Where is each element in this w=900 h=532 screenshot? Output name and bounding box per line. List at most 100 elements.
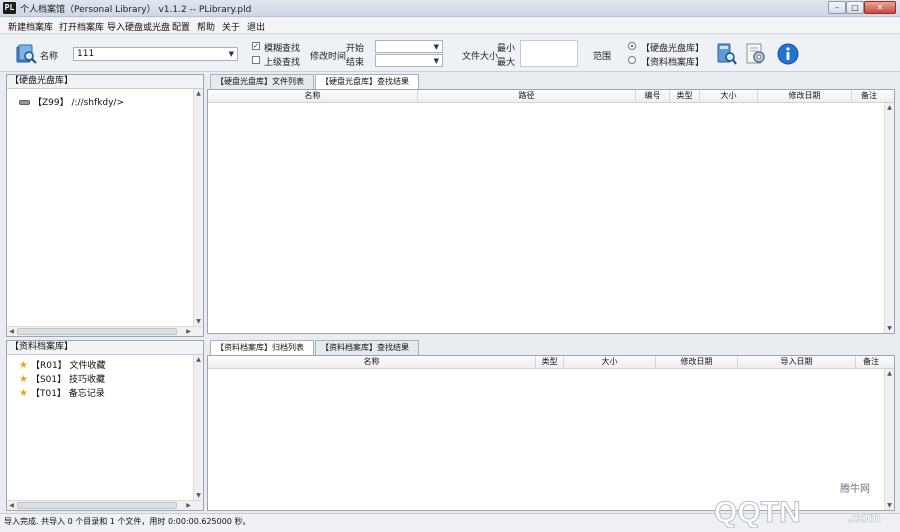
disk-icon — [19, 100, 30, 105]
disk-library-panel: 【硬盘光盘库】 【Z99】 /://shfkdy/> ▲ ▼ ◀ ▶ — [6, 74, 204, 337]
column-header-modified[interactable]: 修改日期 — [758, 90, 852, 103]
tab-disk-search-results[interactable]: 【硬盘光盘库】查找结果 — [315, 74, 419, 90]
window-title: 个人档案馆（Personal Library） v1.1.2 -- PLibra… — [20, 5, 252, 15]
search-icon[interactable] — [14, 42, 38, 66]
name-combobox[interactable]: 111 ▼ — [73, 47, 238, 61]
name-value: 111 — [77, 49, 95, 59]
settings-icon[interactable] — [744, 42, 768, 66]
scroll-thumb[interactable] — [17, 328, 177, 335]
doc-library-header: 【资料档案库】 — [7, 341, 203, 355]
vertical-scrollbar[interactable]: ▲ ▼ — [193, 355, 203, 500]
start-date-picker[interactable]: ▼ — [375, 40, 443, 53]
column-header-note[interactable]: 备注 — [852, 90, 886, 103]
disk-tabstrip: 【硬盘光盘库】文件列表 【硬盘光盘库】查找结果 — [207, 74, 897, 90]
vertical-scrollbar[interactable]: ▲ ▼ — [884, 103, 894, 333]
chevron-down-icon: ▼ — [433, 43, 439, 51]
parent-search-checkbox[interactable] — [252, 56, 260, 64]
range-doc-radio[interactable] — [628, 56, 636, 64]
app-icon: PL — [3, 2, 16, 14]
doc-library-panel: 【资料档案库】 ★ 【R01】 文件收藏 ★ 【S01】 技巧收藏 ★ 【T01】 备… — [6, 340, 204, 511]
watermark-big-text: QQTN — [714, 496, 801, 528]
tree-item-r01[interactable]: ★ 【R01】 文件收藏 — [19, 358, 106, 371]
vertical-scrollbar[interactable]: ▲ ▼ — [193, 89, 203, 326]
menu-new-library[interactable]: 新建档案库 — [8, 20, 53, 33]
disk-results-table: 名称 路径 编号 类型 大小 修改日期 备注 ▲ ▼ — [207, 89, 895, 334]
star-icon: ★ — [19, 374, 28, 385]
disk-library-header: 【硬盘光盘库】 — [7, 75, 203, 89]
doc-tabstrip: 【资料档案库】归档列表 【资料档案库】查找结果 — [207, 340, 897, 356]
scroll-up-icon[interactable]: ▲ — [194, 355, 203, 364]
end-label: 结束 — [346, 58, 365, 68]
column-header-type[interactable]: 类型 — [536, 356, 564, 369]
watermark-logo: 腾牛网 QQTN .com — [714, 482, 881, 528]
column-header-size[interactable]: 大小 — [700, 90, 758, 103]
scroll-left-icon[interactable]: ◀ — [7, 501, 16, 510]
menu-exit[interactable]: 退出 — [247, 20, 265, 33]
column-header-imported[interactable]: 导入日期 — [738, 356, 856, 369]
end-date-picker[interactable]: ▼ — [375, 54, 443, 67]
maximize-button[interactable]: □ — [846, 1, 864, 14]
fuzzy-search-checkbox[interactable]: ✓ — [252, 42, 260, 50]
column-header-type[interactable]: 类型 — [670, 90, 700, 103]
column-header-size[interactable]: 大小 — [564, 356, 656, 369]
watermark-domain-text: .com — [848, 509, 881, 525]
menu-help[interactable]: 帮助 — [197, 20, 215, 33]
info-icon[interactable] — [776, 42, 800, 66]
chevron-down-icon: ▼ — [433, 57, 439, 65]
tab-doc-search-results[interactable]: 【资料档案库】查找结果 — [315, 340, 419, 355]
filesize-input[interactable] — [520, 40, 578, 67]
range-disk-label: 【硬盘光盘库】 — [641, 44, 705, 54]
column-header-note[interactable]: 备注 — [856, 356, 886, 369]
watermark-small-text: 腾牛网 — [840, 482, 870, 495]
star-icon: ★ — [19, 360, 28, 371]
horizontal-scrollbar[interactable]: ◀ ▶ — [7, 500, 203, 510]
scroll-down-icon[interactable]: ▼ — [194, 491, 203, 500]
title-bar: PL 个人档案馆（Personal Library） v1.1.2 -- PLi… — [0, 0, 900, 17]
scroll-left-icon[interactable]: ◀ — [7, 327, 16, 336]
column-header-number[interactable]: 编号 — [636, 90, 670, 103]
parent-search-label: 上级查找 — [264, 58, 301, 68]
scroll-right-icon[interactable]: ▶ — [184, 327, 193, 336]
menu-config[interactable]: 配置 — [172, 20, 190, 33]
scroll-down-icon[interactable]: ▼ — [194, 317, 203, 326]
column-header-path[interactable]: 路径 — [418, 90, 636, 103]
max-size-label: 最大 — [497, 58, 516, 68]
menu-import-disk[interactable]: 导入硬盘或光盘 — [107, 20, 170, 33]
close-button[interactable]: ✕ — [864, 1, 896, 14]
column-header-modified[interactable]: 修改日期 — [656, 356, 738, 369]
menu-about[interactable]: 关于 — [222, 20, 240, 33]
tree-item-t01[interactable]: ★ 【T01】 备忘记录 — [19, 386, 105, 399]
min-size-label: 最小 — [497, 44, 516, 54]
tree-item-label: 【R01】 文件收藏 — [30, 361, 106, 371]
scroll-right-icon[interactable]: ▶ — [184, 501, 193, 510]
tree-item-label: 【S01】 技巧收藏 — [30, 375, 105, 385]
search-database-icon[interactable] — [714, 42, 738, 66]
filesize-label: 文件大小 — [462, 52, 499, 62]
scroll-up-icon[interactable]: ▲ — [885, 369, 894, 378]
column-header-name[interactable]: 名称 — [208, 90, 418, 103]
search-toolbar: 名称 111 ▼ ✓ 模糊查找 上级查找 修改时间 开始 结束 ▼ ▼ 文件大小… — [0, 35, 900, 72]
tree-item-label: 【T01】 备忘记录 — [30, 389, 105, 399]
star-icon: ★ — [19, 388, 28, 399]
chevron-down-icon: ▼ — [228, 50, 234, 58]
scroll-up-icon[interactable]: ▲ — [885, 103, 894, 112]
range-disk-radio[interactable] — [628, 42, 636, 50]
horizontal-scrollbar[interactable]: ◀ ▶ — [7, 326, 203, 336]
tab-disk-file-list[interactable]: 【硬盘光盘库】文件列表 — [210, 74, 314, 89]
minimize-button[interactable]: – — [828, 1, 846, 14]
name-label: 名称 — [40, 52, 59, 62]
table-header: 名称 类型 大小 修改日期 导入日期 备注 — [208, 356, 894, 369]
range-doc-label: 【资料档案库】 — [641, 58, 705, 68]
menu-open-library[interactable]: 打开档案库 — [59, 20, 104, 33]
range-label: 范围 — [593, 52, 612, 62]
tree-item-s01[interactable]: ★ 【S01】 技巧收藏 — [19, 372, 105, 385]
table-header: 名称 路径 编号 类型 大小 修改日期 备注 — [208, 90, 894, 103]
fuzzy-search-label: 模糊查找 — [264, 44, 301, 54]
scroll-down-icon[interactable]: ▼ — [885, 324, 894, 333]
scroll-thumb[interactable] — [17, 502, 177, 509]
column-header-name[interactable]: 名称 — [208, 356, 536, 369]
start-label: 开始 — [346, 44, 365, 54]
tab-doc-archive-list[interactable]: 【资料档案库】归档列表 — [210, 340, 314, 356]
scroll-up-icon[interactable]: ▲ — [194, 89, 203, 98]
tree-item-disk[interactable]: 【Z99】 /://shfkdy/> — [19, 95, 124, 108]
